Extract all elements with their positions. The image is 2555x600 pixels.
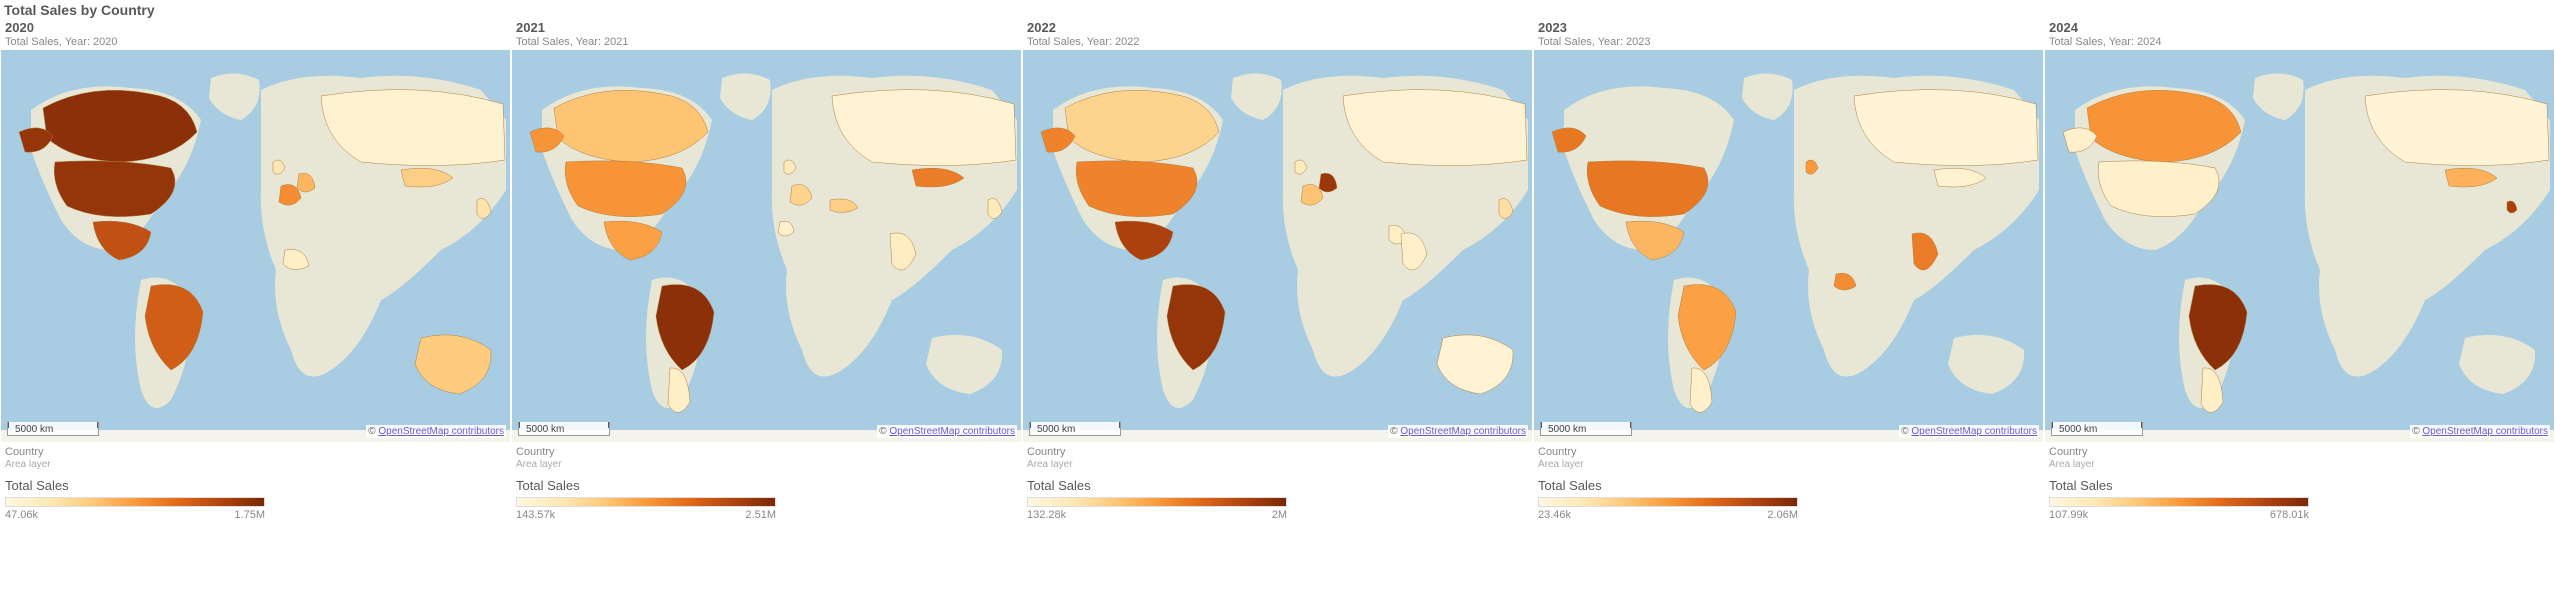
main-title: Total Sales by Country [0, 0, 2555, 20]
attribution-link[interactable]: OpenStreetMap contributors [1911, 426, 2037, 437]
legend-gradient [5, 497, 265, 507]
map-scale-label: 5000 km [13, 424, 55, 435]
legend-dimension: Country [516, 446, 1017, 458]
legend-layer: Area layer [516, 459, 1017, 470]
legend-metric: Total Sales [516, 478, 1017, 493]
legend-dimension: Country [5, 446, 506, 458]
panel-subtitle: Total Sales, Year: 2020 [5, 36, 506, 48]
panel-subtitle: Total Sales, Year: 2023 [1538, 36, 2039, 48]
map-attribution: © OpenStreetMap contributors [1388, 425, 1528, 438]
map-panel: 2024 Total Sales, Year: 2024 5000 km © O… [2044, 20, 2555, 525]
panel-title: 2023 [1538, 20, 2039, 35]
map-panel: 2021 Total Sales, Year: 2021 5000 km © O… [511, 20, 1022, 525]
attribution-prefix: © [368, 426, 378, 437]
map-panel: 2020 Total Sales, Year: 2020 5000 km © O… [0, 20, 511, 525]
attribution-link[interactable]: OpenStreetMap contributors [2422, 426, 2548, 437]
panel-header: 2022 Total Sales, Year: 2022 [1023, 20, 1532, 48]
map-scale-label: 5000 km [1546, 424, 1588, 435]
map-scale-label: 5000 km [1035, 424, 1077, 435]
dashboard-root: Total Sales by Country 2020 Total Sales,… [0, 0, 2555, 525]
legend-scale: 143.57k 2.51M [516, 509, 776, 521]
panel-subtitle: Total Sales, Year: 2024 [2049, 36, 2550, 48]
legend-min: 23.46k [1538, 509, 1571, 521]
map-panel: 2023 Total Sales, Year: 2023 5000 km © O… [1533, 20, 2044, 525]
attribution-prefix: © [1901, 426, 1911, 437]
map-scale-label: 5000 km [2057, 424, 2099, 435]
legend-max: 2.51M [745, 509, 776, 521]
legend-dimension: Country [1027, 446, 1528, 458]
map-canvas[interactable]: 5000 km © OpenStreetMap contributors [512, 50, 1021, 442]
legend-scale: 47.06k 1.75M [5, 509, 265, 521]
map-canvas[interactable]: 5000 km © OpenStreetMap contributors [1023, 50, 1532, 442]
map-panel: 2022 Total Sales, Year: 2022 5000 km © O… [1022, 20, 1533, 525]
legend-metric: Total Sales [2049, 478, 2550, 493]
legend-min: 132.28k [1027, 509, 1066, 521]
legend-scale: 23.46k 2.06M [1538, 509, 1798, 521]
attribution-prefix: © [879, 426, 889, 437]
legend-max: 1.75M [234, 509, 265, 521]
legend-max: 2M [1272, 509, 1287, 521]
legend-dimension: Country [1538, 446, 2039, 458]
legend-max: 678.01k [2270, 509, 2309, 521]
legend-layer: Area layer [1538, 459, 2039, 470]
legend-layer: Area layer [5, 459, 506, 470]
legend-layer: Area layer [2049, 459, 2550, 470]
legend-gradient [2049, 497, 2309, 507]
panel-title: 2021 [516, 20, 1017, 35]
legend-metric: Total Sales [1538, 478, 2039, 493]
legend-min: 143.57k [516, 509, 555, 521]
panel-title: 2022 [1027, 20, 1528, 35]
panel-subtitle: Total Sales, Year: 2022 [1027, 36, 1528, 48]
legend-scale: 132.28k 2M [1027, 509, 1287, 521]
legend-block: Country Area layer Total Sales 47.06k 1.… [1, 442, 510, 525]
panel-title: 2020 [5, 20, 506, 35]
map-attribution: © OpenStreetMap contributors [1899, 425, 2039, 438]
map-canvas[interactable]: 5000 km © OpenStreetMap contributors [1534, 50, 2043, 442]
map-scale-label: 5000 km [524, 424, 566, 435]
legend-block: Country Area layer Total Sales 107.99k 6… [2045, 442, 2554, 525]
attribution-prefix: © [2412, 426, 2422, 437]
legend-gradient [1027, 497, 1287, 507]
attribution-link[interactable]: OpenStreetMap contributors [889, 426, 1015, 437]
panel-row: 2020 Total Sales, Year: 2020 5000 km © O… [0, 20, 2555, 525]
attribution-prefix: © [1390, 426, 1400, 437]
panel-subtitle: Total Sales, Year: 2021 [516, 36, 1017, 48]
legend-block: Country Area layer Total Sales 132.28k 2… [1023, 442, 1532, 525]
attribution-link[interactable]: OpenStreetMap contributors [378, 426, 504, 437]
legend-max: 2.06M [1767, 509, 1798, 521]
panel-header: 2021 Total Sales, Year: 2021 [512, 20, 1021, 48]
legend-metric: Total Sales [5, 478, 506, 493]
legend-block: Country Area layer Total Sales 23.46k 2.… [1534, 442, 2043, 525]
map-attribution: © OpenStreetMap contributors [366, 425, 506, 438]
legend-min: 107.99k [2049, 509, 2088, 521]
attribution-link[interactable]: OpenStreetMap contributors [1400, 426, 1526, 437]
legend-min: 47.06k [5, 509, 38, 521]
legend-gradient [516, 497, 776, 507]
map-attribution: © OpenStreetMap contributors [2410, 425, 2550, 438]
map-canvas[interactable]: 5000 km © OpenStreetMap contributors [1, 50, 510, 442]
panel-title: 2024 [2049, 20, 2550, 35]
panel-header: 2024 Total Sales, Year: 2024 [2045, 20, 2554, 48]
panel-header: 2020 Total Sales, Year: 2020 [1, 20, 510, 48]
legend-scale: 107.99k 678.01k [2049, 509, 2309, 521]
legend-gradient [1538, 497, 1798, 507]
map-attribution: © OpenStreetMap contributors [877, 425, 1017, 438]
map-canvas[interactable]: 5000 km © OpenStreetMap contributors [2045, 50, 2554, 442]
panel-header: 2023 Total Sales, Year: 2023 [1534, 20, 2043, 48]
legend-dimension: Country [2049, 446, 2550, 458]
legend-block: Country Area layer Total Sales 143.57k 2… [512, 442, 1021, 525]
legend-layer: Area layer [1027, 459, 1528, 470]
legend-metric: Total Sales [1027, 478, 1528, 493]
